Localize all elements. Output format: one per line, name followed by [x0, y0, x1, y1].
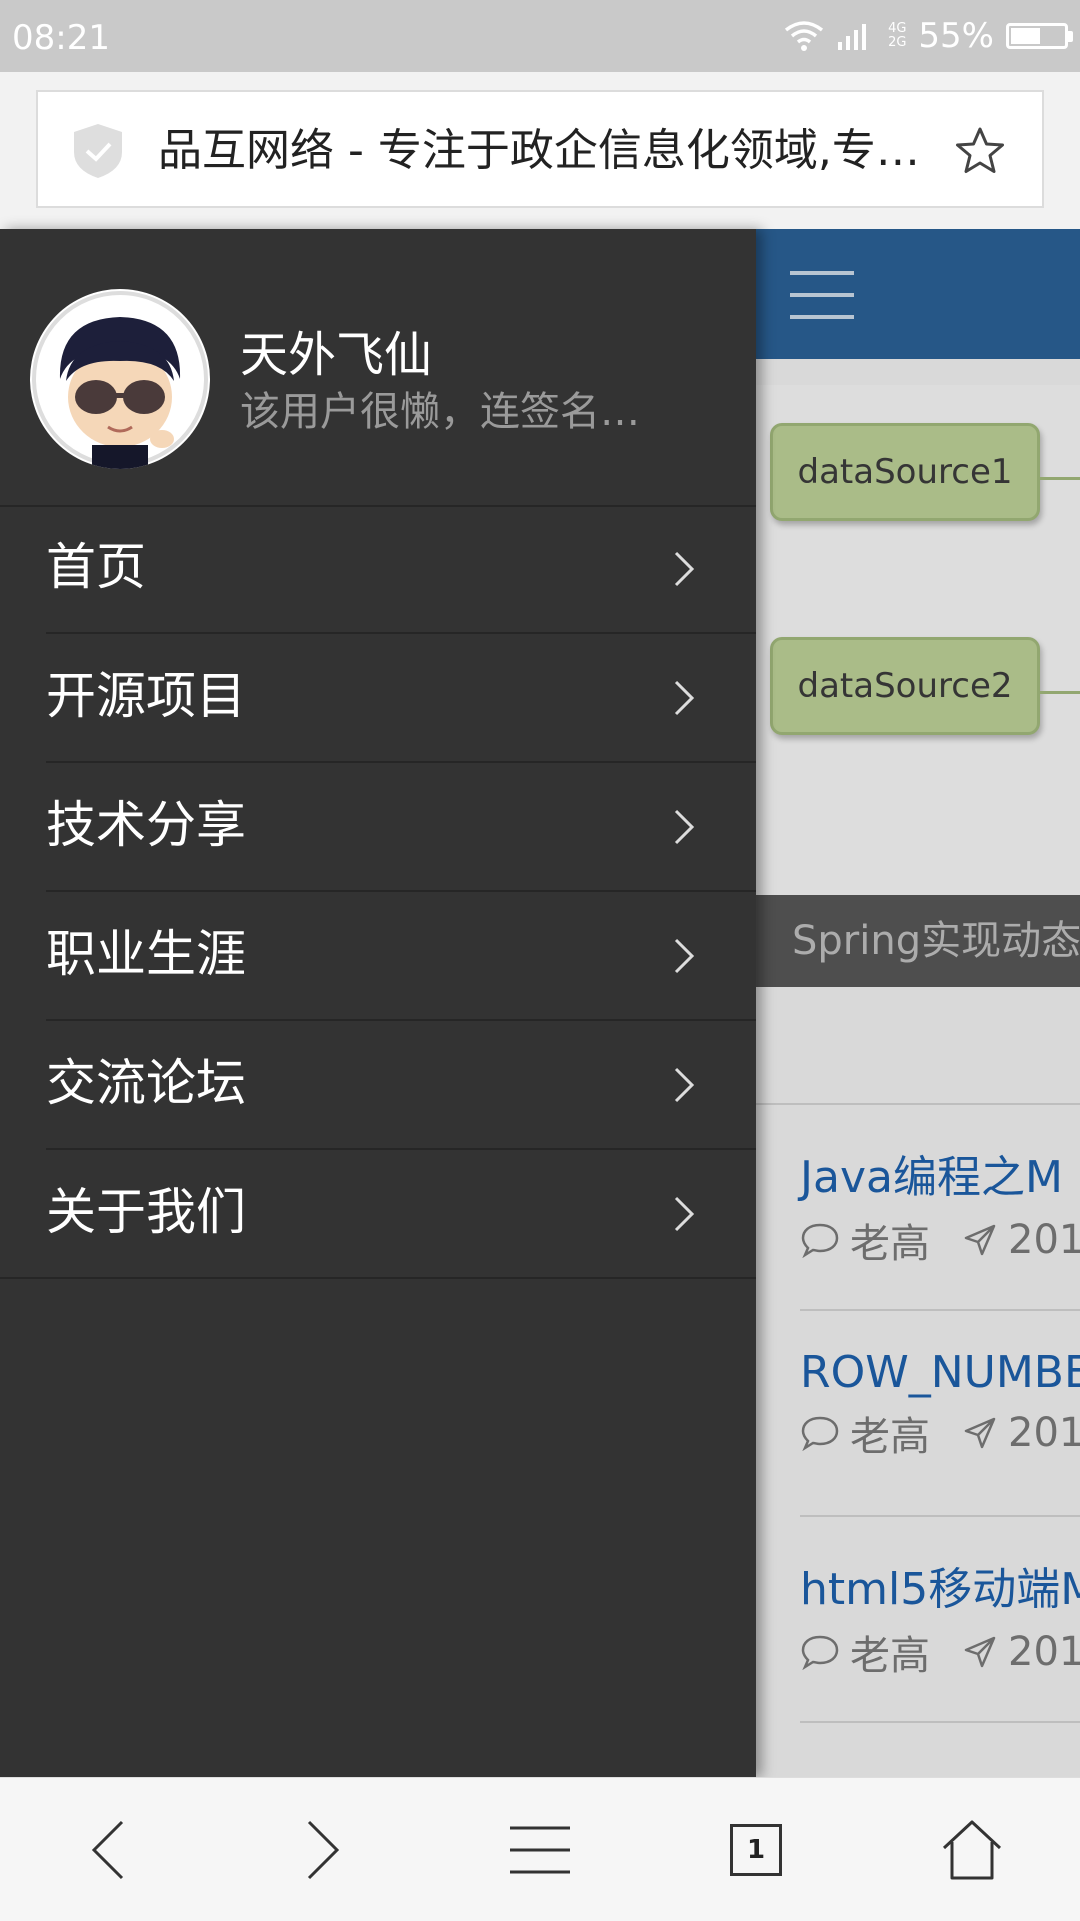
menu-item-label: 交流论坛 — [46, 1054, 246, 1112]
network-type: 4G 2G — [888, 21, 907, 50]
menu-item-open-source[interactable]: 开源项目 — [0, 634, 756, 763]
home-button[interactable] — [932, 1810, 1012, 1890]
address-bar[interactable]: 品互网络 - 专注于政企信息化领域,专… — [36, 90, 1044, 208]
avatar[interactable] — [30, 289, 210, 469]
forward-button[interactable] — [283, 1810, 363, 1890]
signal-icon — [838, 24, 867, 50]
wifi-icon — [784, 21, 824, 51]
menu-item-label: 职业生涯 — [46, 925, 246, 983]
home-icon — [942, 1820, 1002, 1880]
tabs-button[interactable]: 1 — [716, 1810, 796, 1890]
status-bar: 08:21 4G 2G 55% — [0, 0, 1080, 72]
menu-item-label: 首页 — [46, 538, 146, 596]
drawer-overlay[interactable] — [756, 229, 1080, 1777]
status-icons: 4G 2G 55% — [784, 14, 1073, 58]
menu-item-tech-share[interactable]: 技术分享 — [0, 763, 756, 892]
bookmark-star-icon[interactable] — [954, 126, 1006, 176]
chevron-right-icon — [674, 680, 695, 716]
menu-button[interactable] — [500, 1810, 580, 1890]
chevron-right-icon — [674, 1196, 695, 1232]
battery-icon — [1006, 23, 1073, 49]
tab-count: 1 — [730, 1824, 782, 1876]
menu-item-about[interactable]: 关于我们 — [0, 1150, 756, 1279]
battery-percent: 55% — [918, 16, 994, 56]
browser-toolbar: 品互网络 - 专注于政企信息化领域,专… — [0, 72, 1080, 229]
menu-item-forum[interactable]: 交流论坛 — [0, 1021, 756, 1150]
menu-divider — [0, 1277, 756, 1279]
menu-item-label: 技术分享 — [46, 796, 246, 854]
chevron-right-icon — [674, 938, 695, 974]
nav-drawer: 天外飞仙 该用户很懒，连签名… 首页 开源项目 技术分享 职业生涯 交流论坛 关… — [0, 229, 756, 1777]
forward-arrow-icon — [307, 1820, 340, 1880]
menu-item-career[interactable]: 职业生涯 — [0, 892, 756, 1021]
battery-level — [1011, 28, 1040, 44]
back-button[interactable] — [68, 1810, 148, 1890]
hamburger-icon — [510, 1826, 570, 1874]
page-title: 品互网络 - 专注于政企信息化领域,专… — [158, 125, 920, 176]
status-time: 08:21 — [12, 18, 110, 58]
chevron-right-icon — [674, 1067, 695, 1103]
browser-bottom-bar: 1 — [0, 1777, 1080, 1921]
user-profile[interactable]: 天外飞仙 该用户很懒，连签名… — [0, 229, 756, 507]
drawer-menu: 首页 开源项目 技术分享 职业生涯 交流论坛 关于我们 — [0, 505, 756, 1279]
menu-item-label: 开源项目 — [46, 667, 246, 725]
menu-item-home[interactable]: 首页 — [0, 505, 756, 634]
back-arrow-icon — [91, 1820, 124, 1880]
user-signature: 该用户很懒，连签名… — [240, 389, 640, 435]
chevron-right-icon — [674, 551, 695, 587]
user-name[interactable]: 天外飞仙 — [240, 315, 432, 385]
chevron-right-icon — [674, 809, 695, 845]
menu-item-label: 关于我们 — [46, 1183, 246, 1241]
shield-icon[interactable] — [70, 122, 126, 180]
avatar-illustration — [32, 291, 208, 469]
